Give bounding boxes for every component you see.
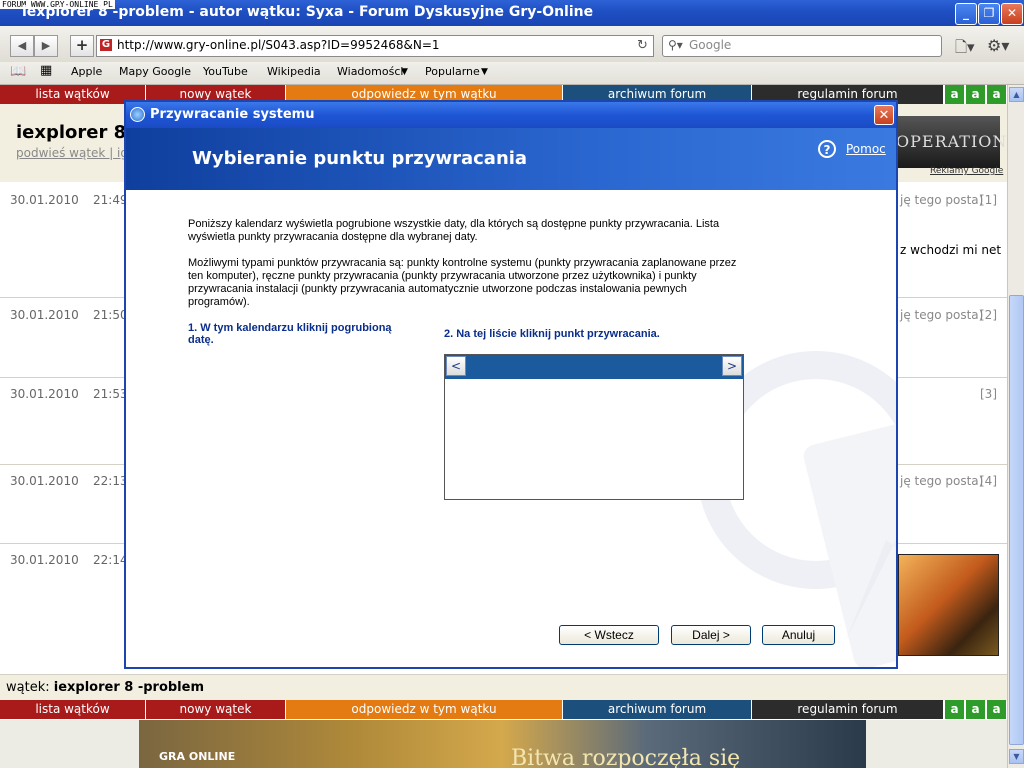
- post-number: [2]: [980, 308, 997, 322]
- page-menu-icon[interactable]: 🗋▾: [955, 37, 975, 62]
- banner-ad-image[interactable]: GRA ONLINE Bitwa rozpoczęła się: [139, 720, 866, 768]
- ad-image[interactable]: OPERATIONS: [896, 116, 1018, 168]
- intro-paragraph: Poniższy kalendarz wyświetla pogrubione …: [188, 218, 720, 243]
- forward-button[interactable]: ▶: [34, 35, 58, 57]
- close-window-button[interactable]: ✕: [1001, 3, 1023, 25]
- post-time: 22:13: [93, 474, 128, 488]
- chevron-down-icon[interactable]: ▼: [481, 67, 488, 77]
- types-paragraph: Możliwymi typami punktów przywracania są…: [188, 257, 737, 308]
- next-date-button[interactable]: >: [722, 356, 742, 376]
- window-title: iexplorer 8 -problem - autor wątku: Syxa…: [22, 4, 594, 20]
- banner-left-text: GRA ONLINE: [159, 750, 236, 763]
- chevron-down-icon[interactable]: ▼: [401, 67, 408, 77]
- post-number: [4]: [980, 474, 997, 488]
- post-quote-link[interactable]: ję tego posta): [900, 193, 983, 207]
- dialog-titlebar[interactable]: Przywracanie systemu ✕: [126, 102, 896, 128]
- forum-nav-bottom: lista wątków nowy wątek odpowiedz w tym …: [0, 700, 1007, 720]
- bottom-thread-title: iexplorer 8 -problem: [53, 680, 205, 695]
- site-favicon: G: [100, 39, 112, 51]
- post-time: 21:53: [93, 387, 128, 401]
- search-box[interactable]: ⚲▾ Google: [662, 35, 942, 57]
- post-time: 21:49: [93, 193, 128, 207]
- post-number: [1]: [980, 193, 997, 207]
- nav-lista-watkow[interactable]: lista wątków: [0, 700, 145, 719]
- nav-archiwum[interactable]: archiwum forum: [563, 700, 751, 719]
- thread-title: iexplorer 8 -: [16, 122, 140, 143]
- bookmark-popularne[interactable]: Popularne: [425, 65, 480, 78]
- bookmark-youtube[interactable]: YouTube: [203, 65, 248, 78]
- next-button[interactable]: Dalej >: [671, 625, 751, 645]
- dialog-title: Przywracanie systemu: [150, 107, 315, 122]
- reload-icon[interactable]: ↻: [637, 38, 648, 53]
- step2-label: 2. Na tej liście kliknij punkt przywraca…: [444, 328, 660, 340]
- bookmarks-bar: 📖 ▦ Apple Mapy Google YouTube Wikipedia …: [0, 62, 1024, 85]
- font-size-small[interactable]: a: [944, 85, 964, 104]
- step1-label: 1. W tym kalendarzu kliknij pogrubioną d…: [188, 322, 392, 346]
- search-icon: ⚲▾: [668, 38, 683, 52]
- font-size-medium[interactable]: a: [965, 700, 985, 719]
- font-size-large[interactable]: a: [986, 85, 1006, 104]
- address-bar[interactable]: G http://www.gry-online.pl/S043.asp?ID=9…: [96, 35, 654, 57]
- add-bookmark-button[interactable]: +: [70, 35, 94, 57]
- post-time: 22:14: [93, 553, 128, 567]
- ads-label[interactable]: Reklamy Google: [930, 166, 1003, 176]
- post-date: 30.01.2010: [10, 474, 79, 488]
- bottom-label: wątek: iexplorer 8 -problem: [6, 680, 205, 695]
- system-restore-dialog: Przywracanie systemu ✕ Wybieranie punktu…: [124, 100, 898, 669]
- post-text: z wchodzi mi net: [900, 243, 1002, 257]
- url-text: http://www.gry-online.pl/S043.asp?ID=995…: [117, 38, 440, 52]
- font-size-medium[interactable]: a: [965, 85, 985, 104]
- book-icon[interactable]: 📖: [10, 64, 26, 79]
- post-date: 30.01.2010: [10, 193, 79, 207]
- dialog-body: Poniższy kalendarz wyświetla pogrubione …: [126, 190, 896, 667]
- scroll-down-button[interactable]: ▼: [1009, 749, 1024, 764]
- post-date: 30.01.2010: [10, 308, 79, 322]
- search-placeholder: Google: [689, 38, 732, 52]
- back-button[interactable]: ◀: [10, 35, 34, 57]
- post-screenshot-image[interactable]: [898, 554, 999, 656]
- nav-odpowiedz[interactable]: odpowiedz w tym wątku: [286, 700, 562, 719]
- banner-slogan: Bitwa rozpoczęła się: [511, 746, 741, 768]
- font-size-large[interactable]: a: [986, 700, 1006, 719]
- bookmark-apple[interactable]: Apple: [71, 65, 102, 78]
- bookmark-mapy-google[interactable]: Mapy Google: [119, 65, 191, 78]
- nav-nowy-watek[interactable]: nowy wątek: [146, 700, 285, 719]
- post-number: [3]: [980, 387, 997, 401]
- post-quote-link[interactable]: ję tego posta): [900, 474, 983, 488]
- gear-icon[interactable]: ⚙▾: [987, 36, 1009, 55]
- dialog-close-button[interactable]: ✕: [874, 105, 894, 125]
- browser-titlebar: FORUM WWW.GRY-ONLINE.PL iexplorer 8 -pro…: [0, 0, 1024, 26]
- list-header: [445, 355, 743, 379]
- post-time: 21:50: [93, 308, 128, 322]
- system-restore-icon: [130, 107, 145, 122]
- bookmark-wikipedia[interactable]: Wikipedia: [267, 65, 321, 78]
- font-size-small[interactable]: a: [944, 700, 964, 719]
- help-link[interactable]: Pomoc: [846, 142, 886, 156]
- back-button[interactable]: < Wstecz: [559, 625, 659, 645]
- post-quote-link[interactable]: ję tego posta): [900, 308, 983, 322]
- cancel-button[interactable]: Anuluj: [762, 625, 835, 645]
- help-icon[interactable]: ?: [818, 140, 836, 158]
- bottom-banner: GRA ONLINE Bitwa rozpoczęła się: [0, 720, 1007, 768]
- restore-point-list[interactable]: < >: [444, 354, 744, 500]
- nav-regulamin[interactable]: regulamin forum: [752, 700, 943, 719]
- minimize-button[interactable]: _: [955, 3, 977, 25]
- dialog-header: Wybieranie punktu przywracania ? Pomoc: [126, 128, 896, 190]
- scroll-up-button[interactable]: ▲: [1009, 87, 1024, 102]
- bottom-thread-bar: wątek: iexplorer 8 -problem: [0, 674, 1007, 701]
- thread-links[interactable]: podwieś wątek | ig: [16, 146, 128, 160]
- post-date: 30.01.2010: [10, 387, 79, 401]
- maximize-button[interactable]: ❐: [978, 3, 1000, 25]
- post-date: 30.01.2010: [10, 553, 79, 567]
- page-scrollbar[interactable]: ▲ ▼: [1007, 85, 1024, 768]
- scroll-thumb[interactable]: [1009, 295, 1024, 745]
- dialog-heading: Wybieranie punktu przywracania: [192, 148, 528, 169]
- grid-icon[interactable]: ▦: [40, 63, 52, 78]
- bookmark-wiadomosci[interactable]: Wiadomości: [337, 65, 403, 78]
- prev-date-button[interactable]: <: [446, 356, 466, 376]
